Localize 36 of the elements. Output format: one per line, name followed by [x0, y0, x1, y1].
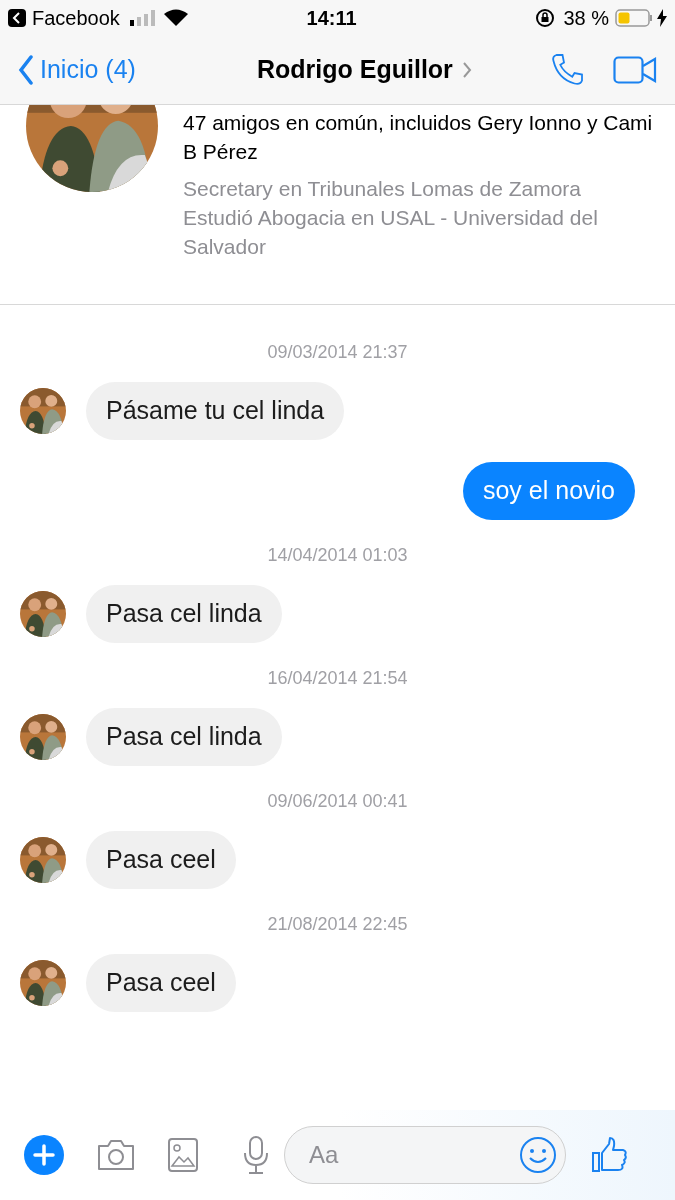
back-chevron-icon [18, 54, 34, 85]
microphone-icon[interactable] [242, 1136, 270, 1174]
battery-percent: 38 % [563, 5, 609, 31]
incoming-message-bubble: Pasa ceel [86, 831, 236, 889]
rotation-lock-icon [535, 7, 556, 28]
charging-icon [657, 8, 667, 27]
image-icon[interactable] [168, 1138, 198, 1172]
wifi-icon [163, 9, 188, 26]
incoming-message-bubble: Pasa ceel [86, 954, 236, 1012]
timestamp: 09/03/2014 21:37 [267, 341, 408, 364]
timestamp: 14/04/2014 01:03 [267, 544, 408, 567]
battery-icon [615, 8, 653, 27]
video-camera-icon[interactable] [613, 55, 657, 84]
thumbs-up-icon[interactable] [592, 1137, 628, 1173]
incoming-message-bubble: Pasa cel linda [86, 708, 282, 766]
phone-icon[interactable] [549, 51, 585, 88]
clock: 14:11 [305, 5, 358, 31]
back-button[interactable]: Inicio (4) [18, 50, 136, 89]
message-field[interactable]: Aa [284, 1126, 566, 1184]
emoji-icon[interactable] [519, 1136, 557, 1174]
outgoing-message-bubble: soy el novio [462, 462, 635, 520]
signal-icon [129, 9, 156, 26]
back-app-label[interactable]: Facebook [32, 2, 120, 33]
plus-icon[interactable] [24, 1135, 64, 1175]
incoming-message-bubble: Pásame tu cel linda [86, 382, 345, 440]
profile-detail: Secretary en Tribunales Lomas de Zamora [183, 176, 583, 202]
chevron-icon [462, 61, 472, 78]
timestamp: 21/08/2014 22:45 [267, 913, 408, 936]
contact-name[interactable]: Rodrigo Eguillor [257, 50, 453, 89]
timestamp: 09/06/2014 00:41 [267, 790, 408, 813]
mutual-friends-text: 47 amigos en común, incluidos Gery Ionno y Cami B Pérez [183, 110, 653, 165]
incoming-message-bubble: Pasa cel linda [86, 585, 282, 643]
profile-detail: Estudió Abogacia en USAL - Universidad del Salvador [183, 205, 599, 260]
camera-icon[interactable] [96, 1138, 136, 1172]
back-app-icon[interactable] [8, 8, 26, 27]
timestamp: 16/04/2014 21:54 [267, 667, 408, 690]
